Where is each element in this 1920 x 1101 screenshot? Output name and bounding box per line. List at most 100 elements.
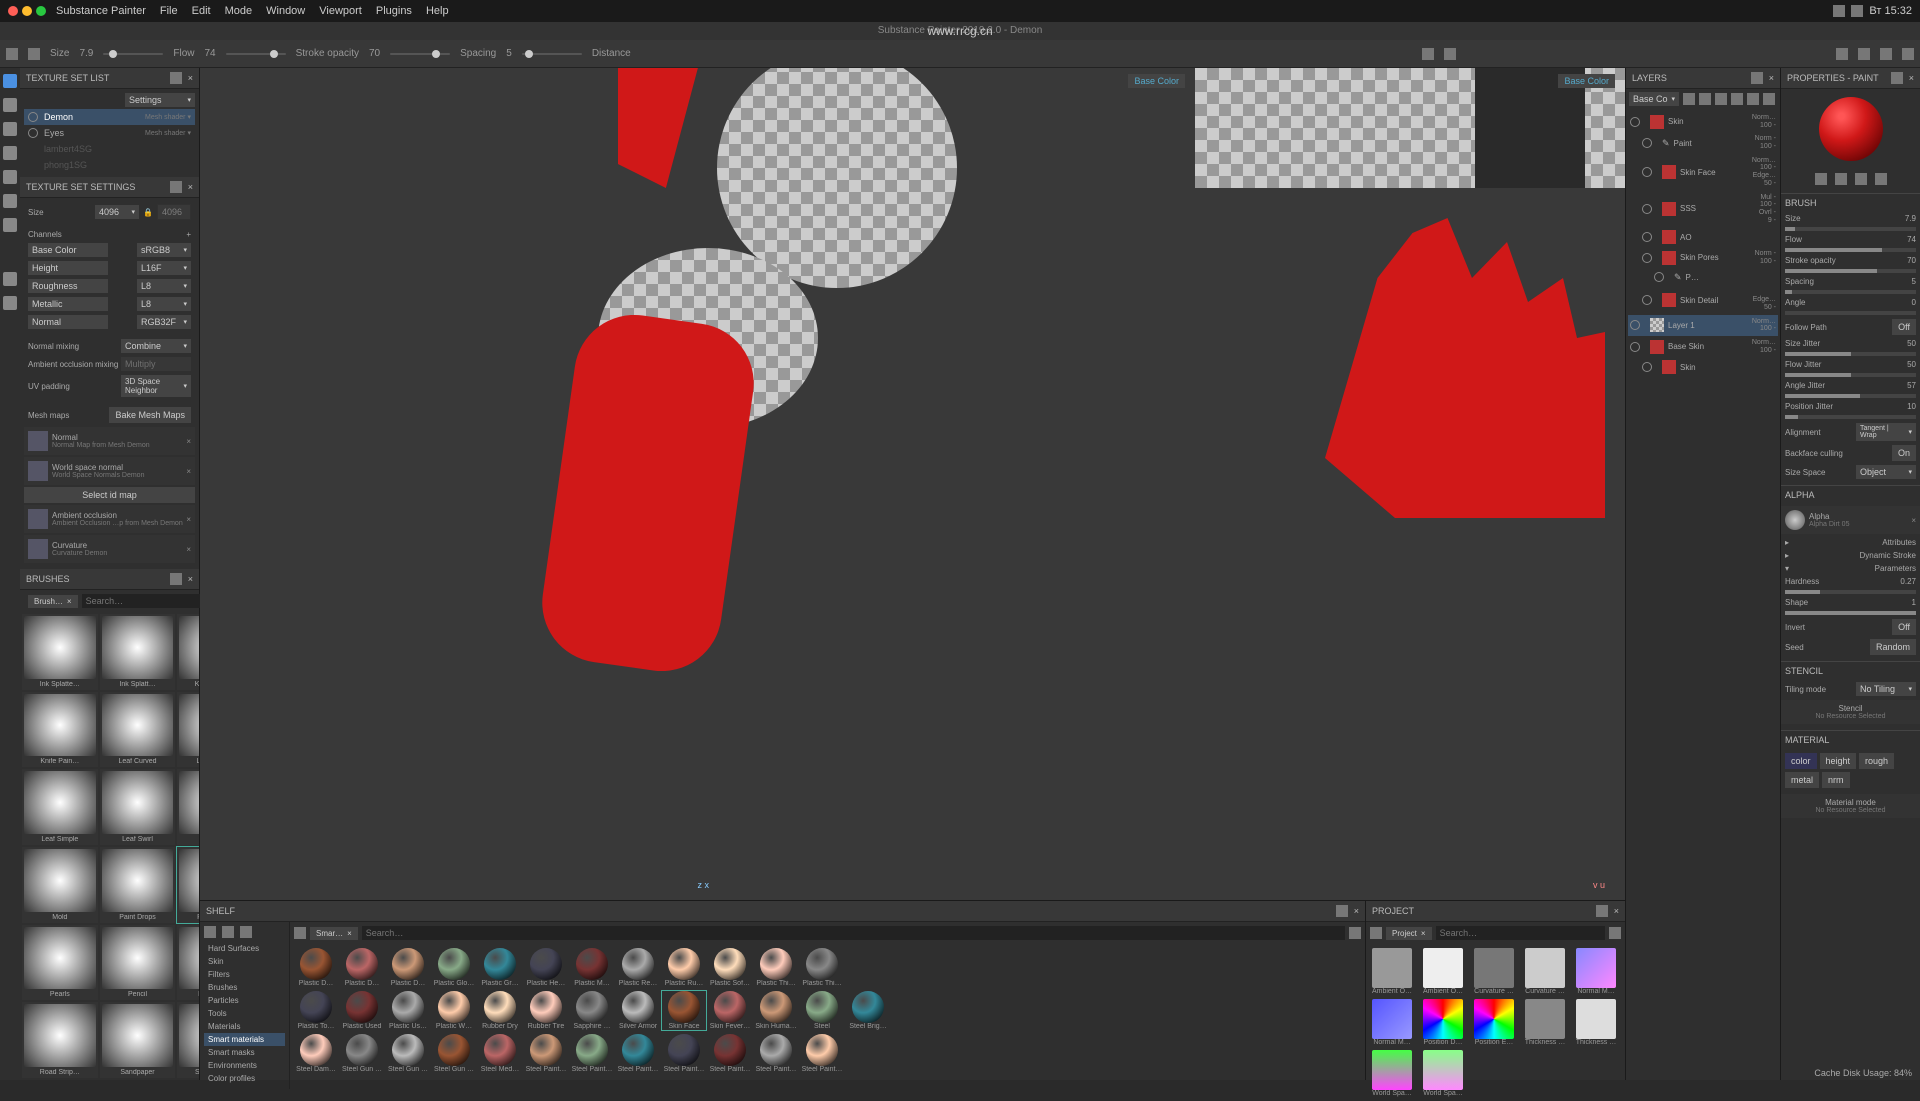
polygon-fill-icon[interactable] — [3, 272, 17, 286]
material-item[interactable]: Plastic D… — [294, 948, 338, 987]
brush-item[interactable]: Leaf Curv… — [177, 692, 199, 768]
shelf-category[interactable]: Filters — [204, 968, 285, 981]
menu-app[interactable]: Substance Painter — [56, 5, 146, 17]
material-item[interactable]: Plastic Re… — [616, 948, 660, 987]
position-jitter-slider[interactable] — [1785, 415, 1916, 419]
sizespace-dropdown[interactable]: Object — [1856, 465, 1916, 479]
material-item[interactable]: Steel Med… — [478, 1034, 522, 1073]
follow-path-toggle[interactable]: Off — [1892, 319, 1916, 335]
effect-icon[interactable]: ✎ — [1662, 138, 1670, 149]
minimize-icon[interactable] — [22, 6, 32, 16]
filter-icon[interactable] — [1370, 927, 1382, 939]
brush-item[interactable]: Leather — [177, 769, 199, 845]
layer-row[interactable]: SSSMul -100 -Ovrl -9 - — [1628, 191, 1778, 228]
undock-icon[interactable] — [170, 72, 182, 84]
layer-visibility-icon[interactable] — [1654, 272, 1664, 282]
add-fill-icon[interactable] — [1715, 93, 1727, 105]
material-item[interactable]: Steel Paint… — [570, 1034, 614, 1073]
project-resource[interactable]: Thickness … — [1574, 999, 1618, 1046]
shelf-category[interactable]: Smart materials — [204, 1033, 285, 1046]
menu-help[interactable]: Help — [426, 5, 449, 17]
battery-icon[interactable] — [1851, 5, 1863, 17]
shelf-category[interactable]: Brushes — [204, 981, 285, 994]
mesh-map-item[interactable]: CurvatureCurvature Demon× — [24, 535, 195, 563]
layer-channel-dropdown[interactable]: Base Co — [1629, 92, 1679, 106]
channel-name[interactable]: Metallic — [28, 297, 108, 311]
normal-mixing-dropdown[interactable]: Combine — [121, 339, 191, 353]
lock-icon[interactable]: 🔒 — [143, 208, 153, 217]
angle-slider[interactable] — [1785, 311, 1916, 315]
channel-format-dropdown[interactable]: RGB32F — [137, 315, 191, 329]
brush-item[interactable]: Pearls — [22, 925, 98, 1001]
project-resource[interactable]: Curvature … — [1523, 948, 1567, 995]
material-item[interactable]: Plastic M… — [570, 948, 614, 987]
filter-icon[interactable] — [294, 927, 306, 939]
project-resource[interactable]: Ambient O… — [1370, 948, 1414, 995]
channel-format-dropdown[interactable]: L8 — [137, 279, 191, 293]
material-item[interactable]: Silver Armor — [616, 991, 660, 1030]
material-item[interactable]: Plastic W… — [432, 991, 476, 1030]
material-item[interactable]: Steel Gun … — [432, 1034, 476, 1073]
menu-window[interactable]: Window — [266, 5, 305, 17]
layer-visibility-icon[interactable] — [1642, 295, 1652, 305]
fill-tool-icon[interactable] — [3, 146, 17, 160]
hardness-slider[interactable] — [1785, 590, 1916, 594]
brush-item[interactable]: Leaf Curved — [100, 692, 176, 768]
shelf-category[interactable]: Smart masks — [204, 1046, 285, 1059]
layer-row[interactable]: Layer 1Norm…100 - — [1628, 315, 1778, 336]
material-item[interactable]: Skin Face — [662, 991, 706, 1030]
material-item[interactable]: Plastic Thi… — [800, 948, 844, 987]
eraser-tool-icon[interactable] — [3, 98, 17, 112]
undock-icon[interactable] — [1596, 905, 1608, 917]
layer-row[interactable]: SkinNorm…100 - — [1628, 111, 1778, 132]
angle-jitter-slider[interactable] — [1785, 394, 1916, 398]
wifi-icon[interactable] — [1833, 5, 1845, 17]
brush-search-input[interactable] — [82, 594, 207, 608]
spacing-slider[interactable] — [522, 53, 582, 55]
project-resource[interactable]: Position E… — [1472, 999, 1516, 1046]
material-item[interactable]: Steel Paint… — [616, 1034, 660, 1073]
gizmo-icon[interactable] — [1444, 48, 1456, 60]
projection-tool-icon[interactable] — [3, 122, 17, 136]
close-panel-icon[interactable]: × — [188, 73, 193, 83]
mesh-map-item[interactable]: NormalNormal Map from Mesh Demon× — [24, 427, 195, 455]
flow-jitter-slider[interactable] — [1785, 373, 1916, 377]
grid-view-icon[interactable] — [1609, 927, 1621, 939]
material-item[interactable]: Plastic To… — [294, 991, 338, 1030]
channel-format-dropdown[interactable]: sRGB8 — [137, 243, 191, 257]
parameters-collapser[interactable]: ▾ Parameters — [1781, 562, 1920, 575]
material-channel-nrm[interactable]: nrm — [1822, 772, 1850, 788]
material-item[interactable]: Plastic He… — [524, 948, 568, 987]
material-item[interactable]: Rubber Dry — [478, 991, 522, 1030]
project-tab[interactable]: Project× — [1386, 927, 1432, 940]
project-resource[interactable]: Curvature … — [1472, 948, 1516, 995]
clone-tool-icon[interactable] — [3, 194, 17, 208]
channel-name[interactable]: Roughness — [28, 279, 108, 293]
shelf-category[interactable]: Particles — [204, 994, 285, 1007]
clear-map-icon[interactable]: × — [186, 467, 191, 476]
layer-visibility-icon[interactable] — [1642, 253, 1652, 263]
seed-button[interactable]: Random — [1870, 639, 1916, 655]
render-icon[interactable] — [1880, 48, 1892, 60]
backface-toggle[interactable]: On — [1892, 445, 1916, 461]
folder-icon[interactable] — [204, 926, 216, 938]
project-resource[interactable]: Normal M… — [1574, 948, 1618, 995]
project-resource[interactable]: Position D… — [1421, 999, 1465, 1046]
material-channel-height[interactable]: height — [1820, 753, 1857, 769]
material-item[interactable]: Steel Paint… — [800, 1034, 844, 1073]
close-panel-icon[interactable]: × — [1354, 906, 1359, 916]
shelf-search-input[interactable] — [362, 926, 1345, 940]
close-panel-icon[interactable]: × — [188, 182, 193, 192]
material-item[interactable]: Steel Gun … — [340, 1034, 384, 1073]
delete-layer-icon[interactable] — [1763, 93, 1775, 105]
alignment-dropdown[interactable]: Tangent | Wrap — [1856, 423, 1916, 441]
project-resource[interactable]: World Spa… — [1421, 1050, 1465, 1097]
material-channel-rough[interactable]: rough — [1859, 753, 1894, 769]
import-icon[interactable] — [222, 926, 234, 938]
layer-visibility-icon[interactable] — [1642, 232, 1652, 242]
add-mask-icon[interactable] — [1699, 93, 1711, 105]
brush-item[interactable]: Road Strip… — [22, 1002, 98, 1078]
material-resource[interactable]: Material modeNo Resource Selected — [1781, 794, 1920, 818]
close-icon[interactable] — [8, 6, 18, 16]
add-channel-icon[interactable]: + — [186, 230, 191, 239]
